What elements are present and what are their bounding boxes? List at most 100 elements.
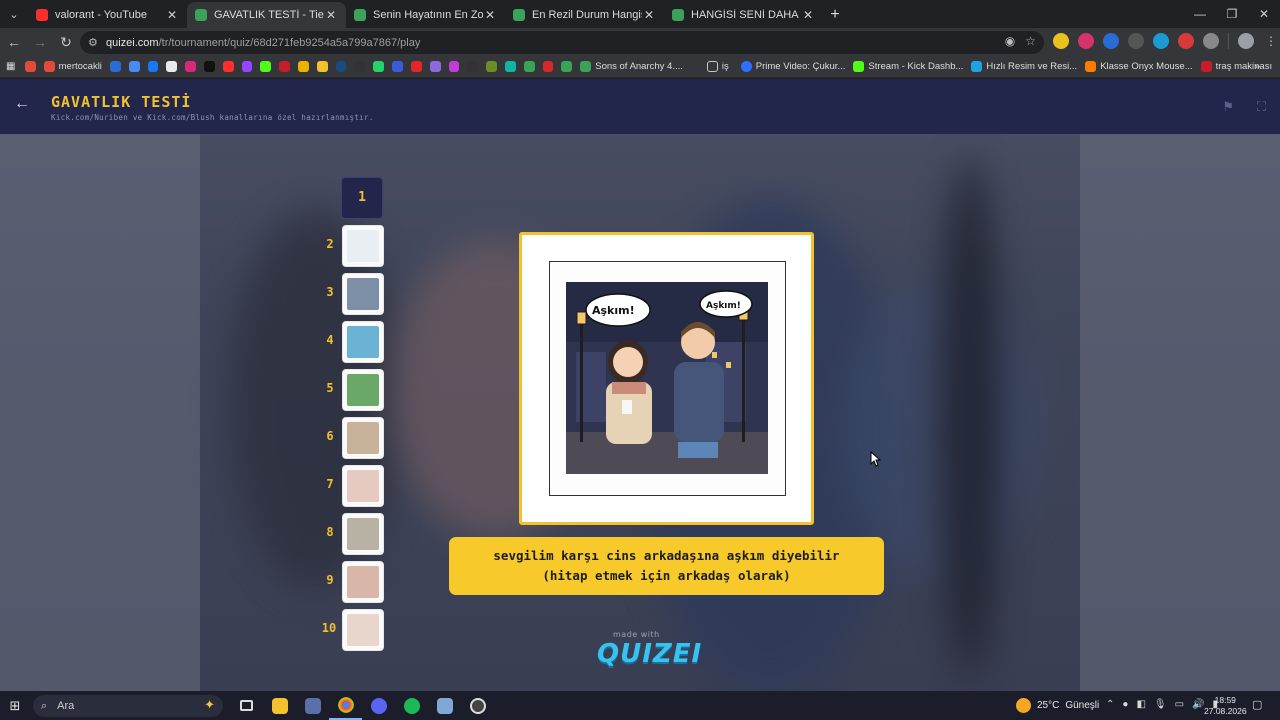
- rank-slot-9[interactable]: 9: [322, 561, 384, 603]
- bookmark-icon[interactable]: [128, 61, 140, 72]
- instagram-icon[interactable]: [185, 61, 196, 72]
- rank-slot-4[interactable]: 4: [322, 321, 384, 363]
- task-view-icon[interactable]: [230, 691, 263, 720]
- chrome-icon[interactable]: [329, 691, 362, 720]
- rank-slot-3[interactable]: 3: [322, 273, 384, 315]
- weather-widget[interactable]: 25°C Güneşli: [1016, 698, 1099, 713]
- bookmark-icon[interactable]: [298, 61, 309, 72]
- more-bookmarks-icon[interactable]: »: [1255, 61, 1260, 72]
- tray-app-icon[interactable]: ◧: [1136, 699, 1145, 710]
- bookmark-icon[interactable]: [109, 61, 121, 72]
- close-tab-icon[interactable]: ✕: [801, 8, 815, 22]
- file-explorer-icon[interactable]: [263, 691, 296, 720]
- bookmark-item[interactable]: Sons of Anarchy 4....: [580, 61, 683, 72]
- chevron-up-icon[interactable]: ⌃: [1106, 699, 1114, 710]
- rank-slot-7[interactable]: 7: [322, 465, 384, 507]
- rank-slot-5[interactable]: 5: [322, 369, 384, 411]
- extension-icon[interactable]: [1153, 33, 1169, 49]
- rank-thumbnail[interactable]: [342, 609, 384, 651]
- extension-icon[interactable]: [1178, 33, 1194, 49]
- browser-tab[interactable]: En Rezil Durum Hangisi? - Tier✕: [505, 2, 664, 28]
- facebook-icon[interactable]: [147, 61, 159, 72]
- rank-thumbnail[interactable]: [342, 561, 384, 603]
- bookmark-icon[interactable]: [429, 61, 441, 72]
- extension-icon[interactable]: [1128, 33, 1144, 49]
- menu-icon[interactable]: ⋮: [1263, 33, 1279, 49]
- flag-icon[interactable]: ⚑: [1222, 99, 1234, 115]
- gmail-icon[interactable]: [24, 61, 36, 72]
- windows-start-icon[interactable]: ⊞: [0, 691, 30, 720]
- bookmark-icon[interactable]: [316, 61, 328, 72]
- bookmark-icon[interactable]: [392, 61, 403, 72]
- rank-thumbnail[interactable]: [342, 225, 384, 267]
- site-info-icon[interactable]: ⚙: [88, 36, 104, 49]
- rank-thumbnail[interactable]: [342, 369, 384, 411]
- address-bar[interactable]: ⚙ quizei.com/tr/tournament/quiz/68d271fe…: [80, 31, 1044, 54]
- bookmark-item[interactable]: mertocakli: [43, 61, 102, 72]
- bookmark-icon[interactable]: [448, 61, 460, 72]
- rank-thumbnail[interactable]: [342, 273, 384, 315]
- current-quiz-card[interactable]: Aşkım! Aşkım!: [519, 232, 814, 525]
- clock[interactable]: 18:59 27.08.2026: [1204, 695, 1247, 717]
- bookmark-icon[interactable]: [561, 61, 573, 72]
- fullscreen-icon[interactable]: ⛶: [1257, 99, 1266, 115]
- rank-thumbnail[interactable]: [342, 513, 384, 555]
- bookmark-star-icon[interactable]: ☆: [1025, 34, 1036, 48]
- kick-icon[interactable]: [260, 61, 272, 72]
- app-icon[interactable]: [428, 691, 461, 720]
- bookmark-icon[interactable]: [467, 61, 479, 72]
- eye-off-icon[interactable]: ◉: [1005, 34, 1015, 48]
- rank-slot-6[interactable]: 6: [322, 417, 384, 459]
- bookmark-item[interactable]: Stream - Kick Dashb...: [853, 61, 963, 72]
- google-icon[interactable]: [166, 61, 178, 72]
- close-window-icon[interactable]: ✕: [1248, 0, 1280, 28]
- rank-thumbnail[interactable]: [342, 417, 384, 459]
- apps-icon[interactable]: ▦: [6, 61, 17, 72]
- bookmark-icon[interactable]: [486, 61, 497, 72]
- rank-slot-2[interactable]: 2: [322, 225, 384, 267]
- steam-icon[interactable]: [335, 61, 347, 72]
- close-tab-icon[interactable]: ✕: [483, 8, 497, 22]
- close-tab-icon[interactable]: ✕: [642, 8, 656, 22]
- rank-thumbnail[interactable]: 1: [341, 177, 383, 219]
- bookmark-icon[interactable]: [542, 61, 554, 72]
- bookmark-icon[interactable]: [504, 61, 516, 72]
- obs-icon[interactable]: [461, 691, 494, 720]
- x-icon[interactable]: [203, 61, 215, 72]
- rank-thumbnail[interactable]: [342, 465, 384, 507]
- profile-avatar[interactable]: [1238, 33, 1254, 49]
- yandex-icon[interactable]: [410, 61, 422, 72]
- close-tab-icon[interactable]: ✕: [165, 8, 179, 22]
- new-tab-button[interactable]: +: [823, 2, 847, 28]
- back-icon[interactable]: ←: [2, 30, 26, 54]
- extension-icon[interactable]: [1053, 33, 1069, 49]
- extension-icon[interactable]: [1078, 33, 1094, 49]
- minimize-icon[interactable]: —: [1184, 0, 1216, 28]
- twitch-icon[interactable]: [241, 61, 253, 72]
- notification-icon[interactable]: ▢: [1252, 698, 1262, 711]
- bookmark-item[interactable]: Klasse Onyx Mouse...: [1085, 61, 1193, 72]
- browser-tab[interactable]: Senin Hayatının En Zor Seçimi✕: [346, 2, 505, 28]
- rank-slot-8[interactable]: 8: [322, 513, 384, 555]
- forward-icon[interactable]: →: [28, 30, 52, 54]
- github-icon[interactable]: [354, 61, 366, 72]
- bookmark-icon[interactable]: [523, 61, 535, 72]
- volume-icon[interactable]: 🔊: [1192, 699, 1204, 710]
- bookmark-item[interactable]: Prime Video: Çukur...: [740, 61, 845, 72]
- microphone-icon[interactable]: 🎙: [1154, 699, 1167, 710]
- network-icon[interactable]: ▭: [1175, 699, 1184, 710]
- rank-slot-1[interactable]: 1: [322, 177, 384, 219]
- bookmark-item[interactable]: Hızlı Resim ve Resi...: [971, 61, 1077, 72]
- discord-icon[interactable]: [362, 691, 395, 720]
- browser-tab[interactable]: valorant - YouTube ✕: [28, 2, 187, 28]
- quizei-logo[interactable]: QUIZEI: [597, 639, 702, 669]
- taskbar-search[interactable]: ⌕ Ara ✦: [33, 695, 223, 717]
- spotify-icon[interactable]: [395, 691, 428, 720]
- tray-app-icon[interactable]: ●: [1122, 699, 1128, 710]
- close-tab-icon[interactable]: ✕: [324, 8, 338, 22]
- bookmark-icon[interactable]: [279, 61, 291, 72]
- youtube-icon[interactable]: [222, 61, 234, 72]
- browser-tab[interactable]: HANGİSİ SENİ DAHA ÇOK KORU✕: [664, 2, 823, 28]
- back-arrow-icon[interactable]: ←: [14, 95, 30, 113]
- puzzle-icon[interactable]: [1203, 33, 1219, 49]
